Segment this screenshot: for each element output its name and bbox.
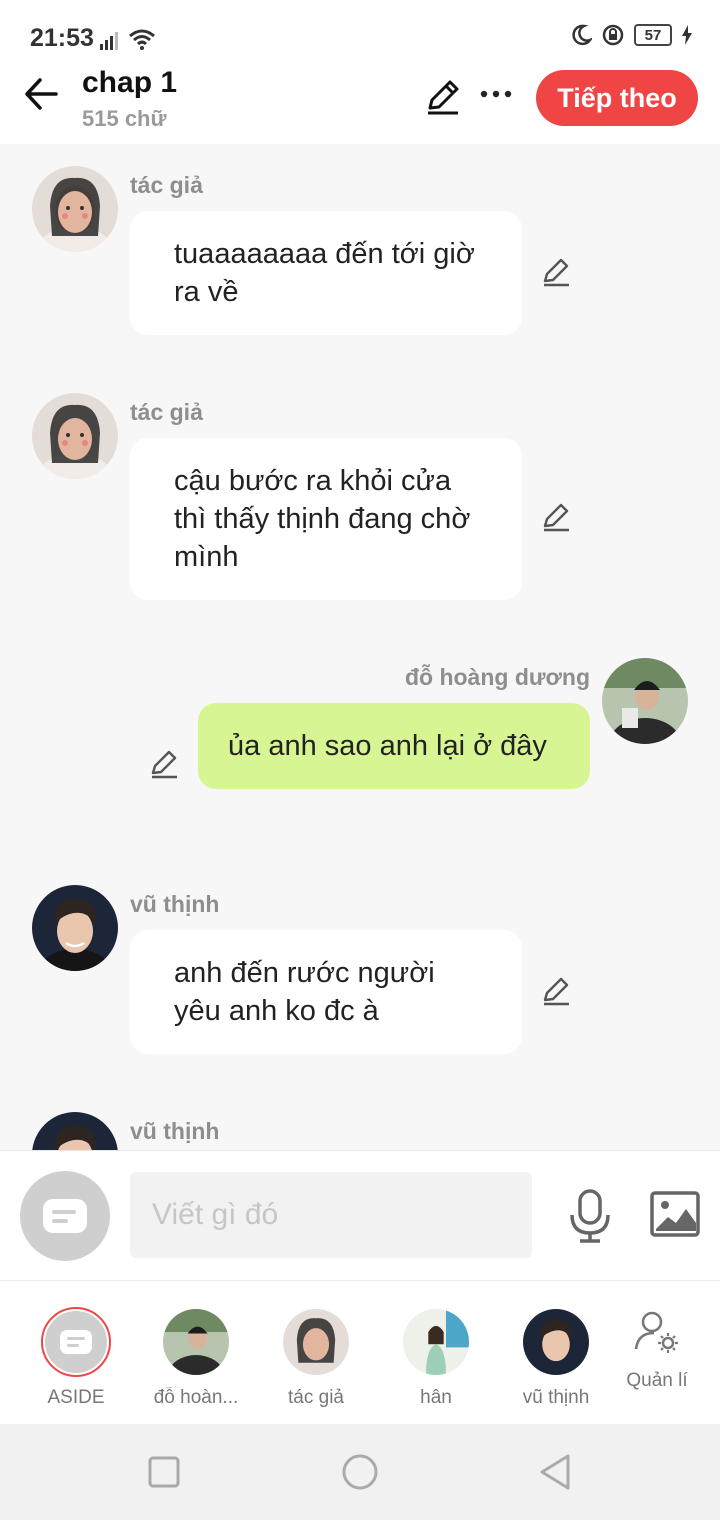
avatar-vu-thinh[interactable] xyxy=(32,1112,118,1150)
chat-bubble-icon xyxy=(60,1330,92,1354)
message-bubble[interactable]: anh đến rước người yêu anh ko đc à xyxy=(130,930,522,1054)
signal-icon xyxy=(100,32,118,50)
status-right: 57 xyxy=(570,24,692,46)
user-settings-icon xyxy=(634,1311,678,1353)
avatar-tac-gia[interactable] xyxy=(32,166,118,252)
avatar-image xyxy=(32,393,118,479)
avatar-vu-thinh[interactable] xyxy=(32,885,118,971)
chat-bubble-icon xyxy=(43,1199,87,1233)
pencil-icon[interactable] xyxy=(148,748,180,780)
character-label: ASIDE xyxy=(47,1387,105,1408)
character-aside[interactable]: ASIDE xyxy=(21,1307,131,1409)
composer xyxy=(0,1150,720,1280)
sender-name: tác giả xyxy=(130,399,203,425)
avatar xyxy=(403,1309,469,1375)
sender-name: đỗ hoàng dương xyxy=(404,664,590,690)
character-vu-thinh[interactable]: vũ thịnh xyxy=(501,1309,611,1409)
character-label: vũ thịnh xyxy=(522,1387,590,1408)
aside-toggle-button[interactable] xyxy=(20,1171,110,1261)
character-label: đỗ hoàn... xyxy=(153,1387,239,1408)
status-time: 21:53 xyxy=(30,24,94,52)
word-count: 515 chữ xyxy=(82,106,167,131)
message-bubble[interactable]: tuaaaaaaaa đến tới giờ ra về xyxy=(130,211,522,335)
sender-name: tác giả xyxy=(130,172,203,198)
recent-apps-icon[interactable] xyxy=(144,1452,184,1492)
message-list[interactable]: tác giả tuaaaaaaaa đến tới giờ ra về tác… xyxy=(0,144,720,1150)
character-label: tác giả xyxy=(288,1387,344,1408)
next-chapter-button[interactable]: Tiếp theo xyxy=(536,70,698,126)
avatar xyxy=(163,1309,229,1375)
chapter-title: chap 1 xyxy=(82,66,178,99)
pencil-icon[interactable] xyxy=(540,256,572,288)
battery-icon: 57 xyxy=(634,24,672,46)
avatar-tac-gia[interactable] xyxy=(32,393,118,479)
manage-characters-button[interactable]: Quản lí xyxy=(610,1309,704,1392)
battery-level: 57 xyxy=(644,26,662,44)
character-tac-gia[interactable]: tác giả xyxy=(261,1309,371,1409)
manage-label: Quản lí xyxy=(626,1370,688,1391)
microphone-icon[interactable] xyxy=(568,1189,612,1243)
back-arrow-icon[interactable] xyxy=(22,74,62,114)
system-navigation-bar xyxy=(0,1424,720,1520)
avatar-do-hoang-duong[interactable] xyxy=(602,658,688,744)
avatar-image xyxy=(32,166,118,252)
signal-wifi-group xyxy=(100,26,156,50)
message-input[interactable] xyxy=(130,1172,532,1258)
sender-name: vũ thịnh xyxy=(130,891,220,917)
message-bubble[interactable]: ủa anh sao anh lại ở đây xyxy=(198,703,590,789)
sender-name: vũ thịnh xyxy=(130,1118,220,1144)
more-options-icon[interactable] xyxy=(478,76,514,112)
character-do-hoang-duong[interactable]: đỗ hoàn... xyxy=(141,1309,251,1409)
rotation-lock-icon xyxy=(602,24,624,46)
character-bar: ASIDE đỗ hoàn... tác giả hân vũ thịnh Qu… xyxy=(0,1280,720,1424)
image-icon[interactable] xyxy=(650,1191,700,1237)
aside-avatar xyxy=(41,1307,111,1377)
character-han[interactable]: hân xyxy=(381,1309,491,1409)
character-label: hân xyxy=(420,1387,452,1408)
home-icon[interactable] xyxy=(340,1452,380,1492)
pencil-icon[interactable] xyxy=(424,78,462,116)
avatar xyxy=(523,1309,589,1375)
avatar-image xyxy=(32,1112,118,1150)
chapter-header: chap 1 515 chữ Tiếp theo xyxy=(0,56,720,144)
moon-icon xyxy=(572,24,592,46)
wifi-icon xyxy=(129,29,155,50)
charging-icon xyxy=(682,25,692,45)
pencil-icon[interactable] xyxy=(540,975,572,1007)
pencil-icon[interactable] xyxy=(540,501,572,533)
avatar-image xyxy=(32,885,118,971)
avatar-image xyxy=(602,658,688,744)
back-triangle-icon[interactable] xyxy=(536,1452,576,1492)
avatar xyxy=(283,1309,349,1375)
message-bubble[interactable]: cậu bước ra khỏi cửa thì thấy thịnh đang… xyxy=(130,438,522,600)
